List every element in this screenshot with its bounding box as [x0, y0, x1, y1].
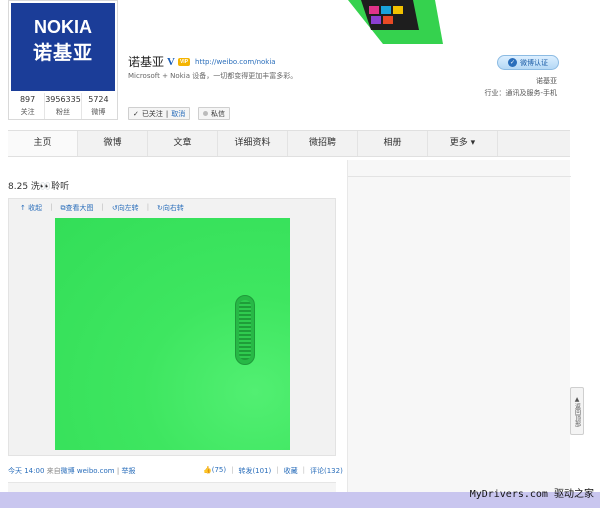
tab-more[interactable]: 更多 ▾ [428, 131, 498, 156]
right-sidebar [347, 160, 571, 500]
verified-icon[interactable]: V [167, 56, 175, 68]
profile-name: 诺基亚 [128, 55, 165, 69]
watermark-site: MyDrivers.com [469, 489, 548, 500]
speaker-slot [235, 295, 255, 365]
profile-description: Microsoft + Nokia 设备，一切都变得更加丰富多彩。 [128, 72, 298, 80]
watermark: MyDrivers.com 驱动之家 [470, 485, 594, 500]
verified-name: 诺基亚 [536, 77, 557, 85]
watermark-cn: 驱动之家 [554, 489, 594, 500]
report-link[interactable]: 举报 [121, 467, 135, 475]
separator: | [276, 466, 279, 474]
post-time-link[interactable]: 今天 14:00 [8, 467, 44, 475]
profile-nav: 主页 微博 文章 详细资料 微招聘 相册 更多 ▾ [8, 130, 570, 157]
separator: | [302, 466, 305, 474]
favorite-button[interactable]: 收藏 [284, 466, 298, 476]
tab-weibo[interactable]: 微博 [78, 131, 148, 156]
tab-home[interactable]: 主页 [8, 131, 78, 156]
media-toolbar: ↑ 收起 | ⧉查看大图 | ↺向左转 | ↻向右转 [20, 203, 184, 213]
separator: | [146, 203, 150, 211]
message-label: 私信 [211, 109, 225, 118]
stat-number: 3956335 [45, 95, 81, 104]
stat-followers[interactable]: 3956335 粉丝 [45, 93, 82, 119]
verify-label: 微博认证 [520, 58, 548, 67]
logo-text-cn: 诺基亚 [32, 42, 93, 64]
post-text: 8.25 洗👀聆听 [8, 182, 70, 192]
stat-label: 关注 [20, 108, 35, 116]
post-meta: 今天 14:00 来自微博 weibo.com | 举报 [8, 466, 135, 476]
separator: | [50, 203, 53, 211]
back-to-top-button[interactable]: ▲ 返回顶部 [570, 387, 584, 435]
post-image[interactable] [55, 218, 290, 450]
avatar[interactable]: NOKIA 诺基亚 [11, 3, 115, 91]
logo-text-en: NOKIA [34, 17, 92, 37]
vip-badge[interactable]: VIP [177, 57, 191, 66]
tab-jobs[interactable]: 微招聘 [288, 131, 358, 156]
stat-label: 微博 [91, 108, 106, 116]
sidebar-divider [348, 176, 571, 177]
stat-number: 897 [19, 95, 36, 104]
up-arrow-icon: ▲ [573, 395, 581, 403]
rotate-right-link[interactable]: ↻向右转 [157, 203, 184, 213]
back-to-top-label: 返回顶部 [573, 402, 581, 427]
industry-text: 行业：通讯及服务-手机 [484, 89, 557, 97]
profile-name-row: 诺基亚 V VIP http://weibo.com/nokia [128, 53, 276, 70]
repost-button[interactable]: 转发(101) [238, 466, 271, 476]
weibo-icon: ✓ [508, 58, 517, 67]
source-prefix: 来自 [46, 467, 61, 475]
stat-following[interactable]: 897 关注 [11, 93, 46, 119]
like-button[interactable]: 👍(75) [203, 466, 226, 476]
stat-label: 粉丝 [56, 108, 70, 116]
banner-phone-image [343, 0, 453, 46]
view-large-link[interactable]: ⧉查看大图 [60, 203, 93, 213]
message-icon [203, 111, 208, 116]
separator: | [165, 109, 169, 118]
stat-posts[interactable]: 5724 微博 [82, 93, 115, 119]
check-icon: ✓ [133, 109, 139, 118]
tab-articles[interactable]: 文章 [148, 131, 218, 156]
separator: | [231, 466, 234, 474]
cancel-follow-link[interactable]: 取消 [171, 109, 185, 119]
tab-album[interactable]: 相册 [358, 131, 428, 156]
collapse-link[interactable]: ↑ 收起 [20, 203, 42, 213]
profile-stats: 897 关注 3956335 粉丝 5724 微博 [11, 93, 115, 119]
stat-number: 5724 [88, 95, 109, 104]
separator: | [101, 203, 104, 211]
message-button[interactable]: 私信 [198, 107, 230, 120]
tab-details[interactable]: 详细资料 [218, 131, 288, 156]
post-actions: 👍(75) | 转发(101) | 收藏 | 评论(132) [203, 466, 343, 476]
avatar-card: NOKIA 诺基亚 897 关注 3956335 粉丝 5724 微博 [8, 0, 118, 120]
rotate-left-link[interactable]: ↺向左转 [112, 203, 139, 213]
separator: | [116, 467, 120, 475]
follow-button[interactable]: ✓ 已关注 | 取消 [128, 107, 191, 120]
weibo-verify-badge[interactable]: ✓ 微博认证 [497, 55, 559, 70]
speaker-grille [239, 300, 251, 360]
profile-url-link[interactable]: http://weibo.com/nokia [195, 58, 276, 66]
follow-label: 已关注 [141, 109, 163, 118]
source-link[interactable]: 微博 weibo.com [61, 467, 115, 475]
comment-button[interactable]: 评论(132) [310, 466, 343, 476]
